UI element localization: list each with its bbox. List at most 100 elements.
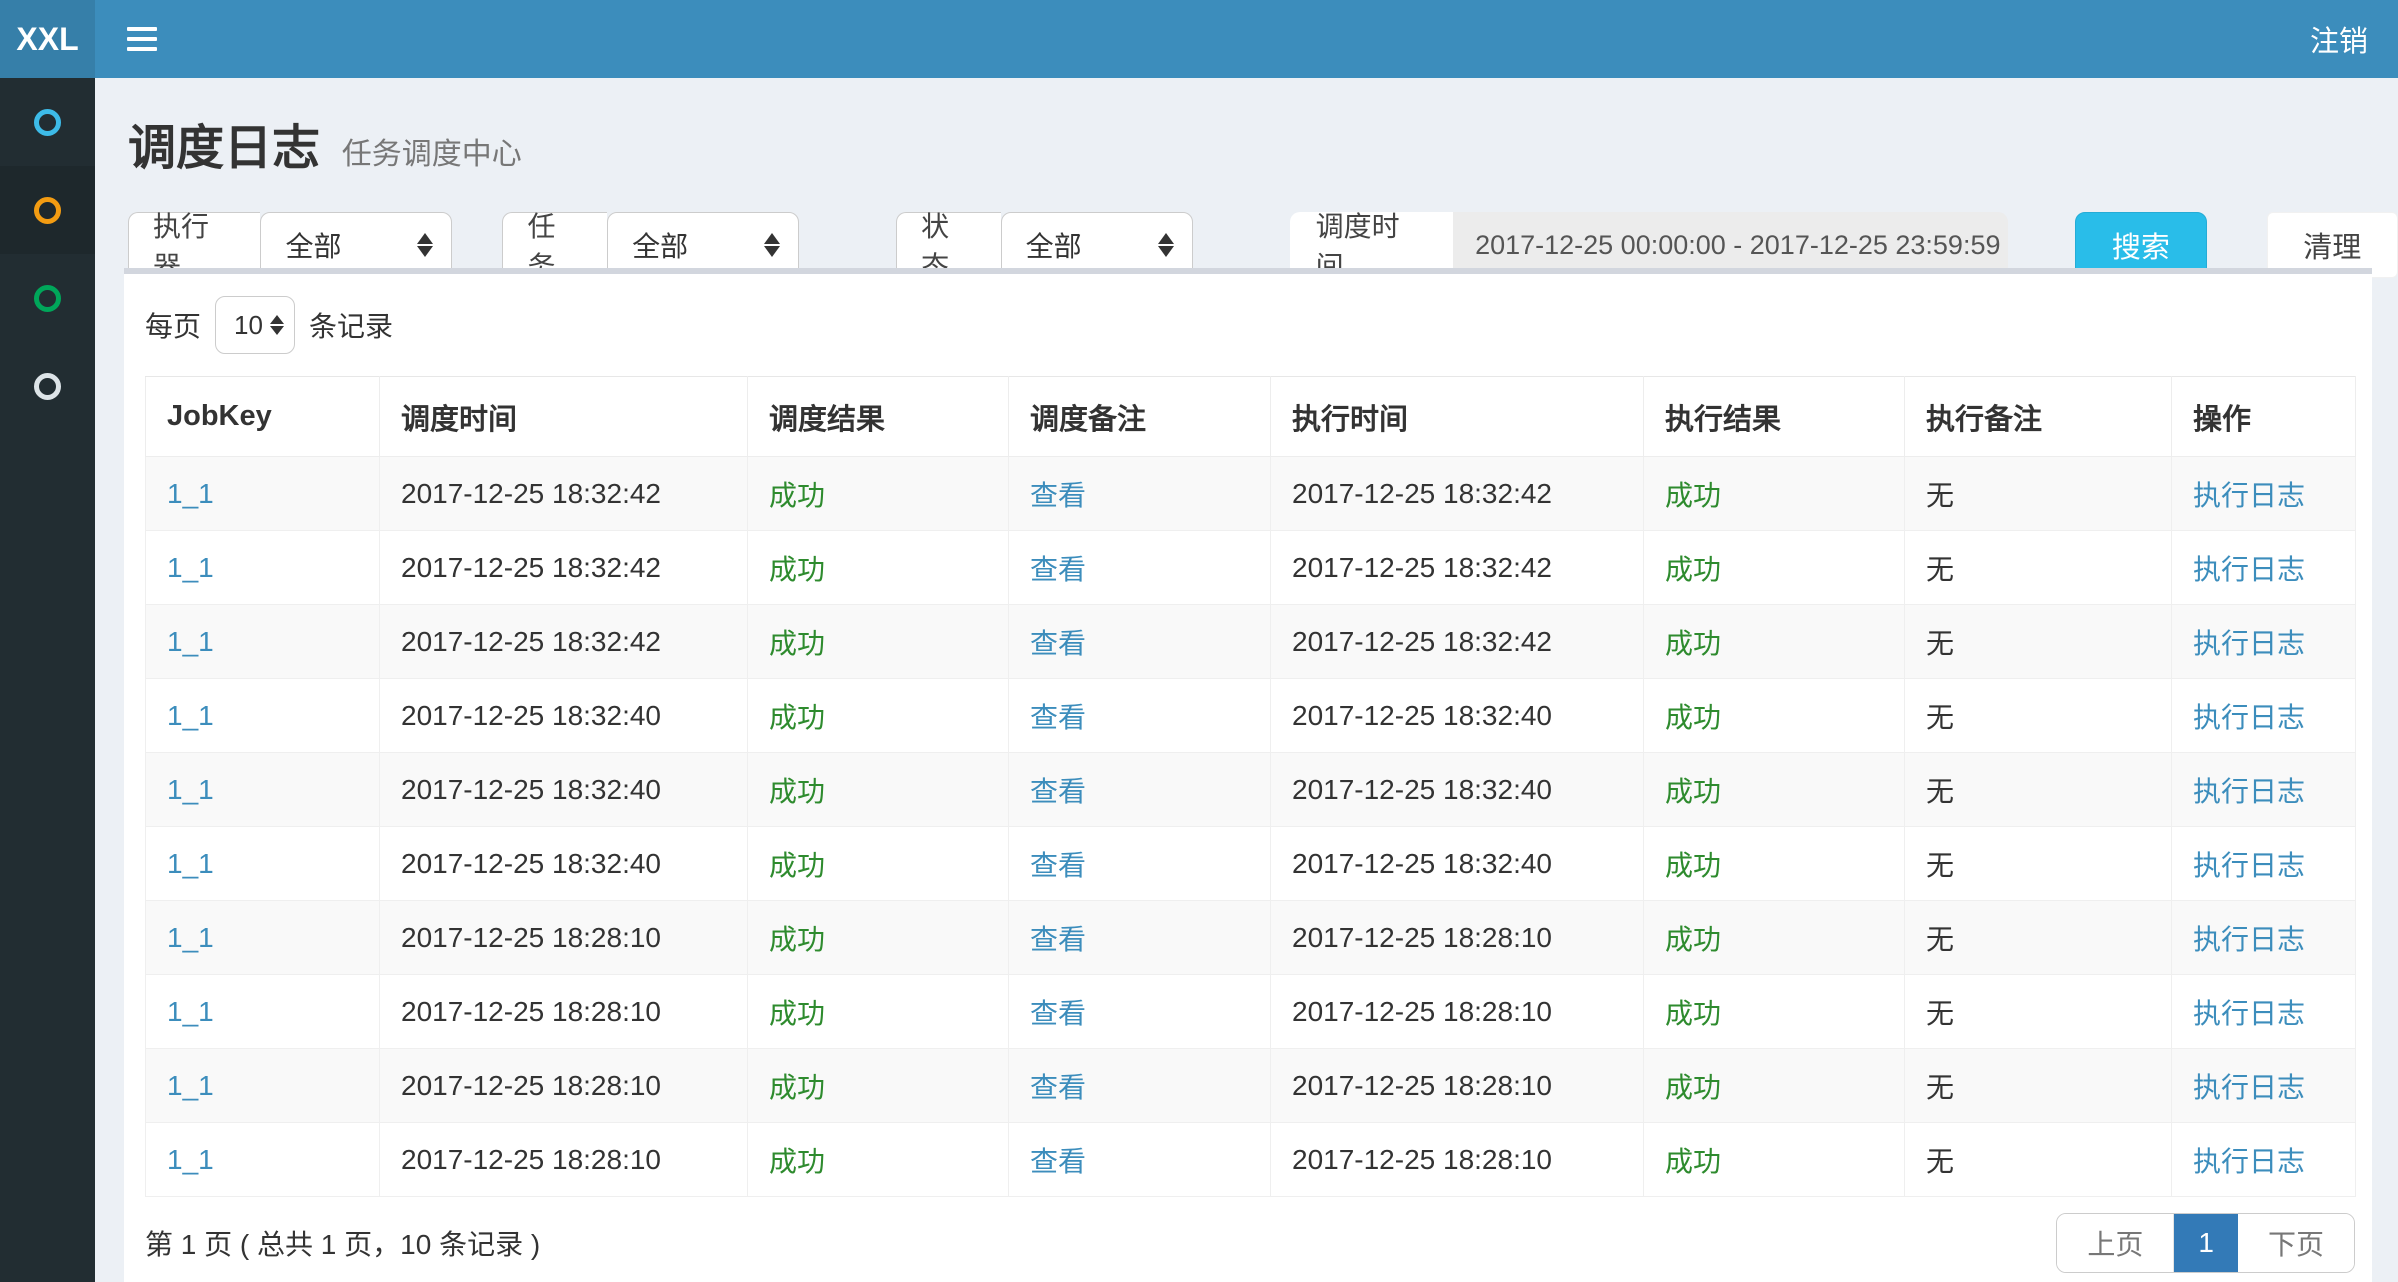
navbar-spacer: [171, 0, 2280, 78]
trigger-msg-link[interactable]: 查看: [1009, 531, 1271, 605]
exec-log-link[interactable]: 执行日志: [2172, 457, 2356, 531]
pagination: 上页 1 下页: [2056, 1213, 2355, 1273]
handle-result-cell: 成功: [1644, 531, 1905, 605]
trigger-time-cell: 2017-12-25 18:32:40: [380, 827, 748, 901]
handle-result-cell: 成功: [1644, 605, 1905, 679]
exec-log-link[interactable]: 执行日志: [2172, 827, 2356, 901]
trigger-result-cell: 成功: [748, 457, 1009, 531]
sidebar-item-4[interactable]: [0, 342, 95, 430]
table-row: 1_12017-12-25 18:32:42成功查看2017-12-25 18:…: [146, 605, 2356, 679]
log-table-header: JobKey调度时间调度结果调度备注执行时间执行结果执行备注操作: [146, 377, 2356, 457]
exec-log-link[interactable]: 执行日志: [2172, 901, 2356, 975]
handle-msg-cell: 无: [1905, 679, 2172, 753]
sidebar-item-2[interactable]: [0, 166, 95, 254]
exec-log-link[interactable]: 执行日志: [2172, 1123, 2356, 1197]
top-navbar: XXL 注销: [0, 0, 2398, 78]
jobkey-link[interactable]: 1_1: [146, 531, 380, 605]
handle-msg-cell: 无: [1905, 827, 2172, 901]
exec-log-link[interactable]: 执行日志: [2172, 605, 2356, 679]
log-box: 每页 10 条记录 JobKey调度时间调度结果调度备注执行时间执行结果执行备注…: [124, 268, 2372, 1282]
select-arrows-icon: [270, 315, 284, 335]
jobkey-link[interactable]: 1_1: [146, 457, 380, 531]
pagination-info: 第 1 页 ( 总共 1 页，10 条记录 ): [145, 1223, 540, 1263]
trigger-msg-link[interactable]: 查看: [1009, 679, 1271, 753]
jobkey-link[interactable]: 1_1: [146, 975, 380, 1049]
trigger-result-cell: 成功: [748, 531, 1009, 605]
table-row: 1_12017-12-25 18:28:10成功查看2017-12-25 18:…: [146, 1049, 2356, 1123]
trigger-time-cell: 2017-12-25 18:32:42: [380, 605, 748, 679]
handle-time-cell: 2017-12-25 18:32:42: [1271, 531, 1644, 605]
column-header: 调度时间: [380, 377, 748, 457]
trigger-result-cell: 成功: [748, 975, 1009, 1049]
table-row: 1_12017-12-25 18:28:10成功查看2017-12-25 18:…: [146, 1123, 2356, 1197]
trigger-result-cell: 成功: [748, 827, 1009, 901]
table-row: 1_12017-12-25 18:32:40成功查看2017-12-25 18:…: [146, 827, 2356, 901]
handle-time-cell: 2017-12-25 18:28:10: [1271, 1049, 1644, 1123]
next-page-button[interactable]: 下页: [2238, 1214, 2354, 1272]
handle-time-cell: 2017-12-25 18:32:40: [1271, 753, 1644, 827]
jobkey-link[interactable]: 1_1: [146, 679, 380, 753]
app-logo[interactable]: XXL: [0, 0, 95, 78]
page-length-suffix: 条记录: [309, 305, 393, 345]
dispatch-log-table: JobKey调度时间调度结果调度备注执行时间执行结果执行备注操作 1_12017…: [145, 376, 2356, 1197]
trigger-time-cell: 2017-12-25 18:28:10: [380, 975, 748, 1049]
handle-result-cell: 成功: [1644, 901, 1905, 975]
jobkey-link[interactable]: 1_1: [146, 753, 380, 827]
exec-log-link[interactable]: 执行日志: [2172, 753, 2356, 827]
handle-msg-cell: 无: [1905, 531, 2172, 605]
table-row: 1_12017-12-25 18:32:42成功查看2017-12-25 18:…: [146, 531, 2356, 605]
exec-log-link[interactable]: 执行日志: [2172, 975, 2356, 1049]
jobkey-link[interactable]: 1_1: [146, 901, 380, 975]
trigger-msg-link[interactable]: 查看: [1009, 975, 1271, 1049]
sidebar-toggle-icon[interactable]: [113, 0, 171, 78]
trigger-msg-link[interactable]: 查看: [1009, 1123, 1271, 1197]
column-header: 执行备注: [1905, 377, 2172, 457]
trigger-time-cell: 2017-12-25 18:32:42: [380, 531, 748, 605]
handle-msg-cell: 无: [1905, 1123, 2172, 1197]
circle-o-icon: [34, 109, 61, 136]
prev-page-button[interactable]: 上页: [2057, 1214, 2174, 1272]
handle-msg-cell: 无: [1905, 1049, 2172, 1123]
sidebar-item-1[interactable]: [0, 78, 95, 166]
trigger-msg-link[interactable]: 查看: [1009, 753, 1271, 827]
table-row: 1_12017-12-25 18:32:42成功查看2017-12-25 18:…: [146, 457, 2356, 531]
page-length-control: 每页 10 条记录: [145, 296, 2351, 354]
handle-msg-cell: 无: [1905, 753, 2172, 827]
jobkey-link[interactable]: 1_1: [146, 1049, 380, 1123]
handle-result-cell: 成功: [1644, 457, 1905, 531]
handle-msg-cell: 无: [1905, 901, 2172, 975]
exec-log-link[interactable]: 执行日志: [2172, 531, 2356, 605]
trigger-result-cell: 成功: [748, 901, 1009, 975]
circle-o-icon: [34, 197, 61, 224]
handle-result-cell: 成功: [1644, 827, 1905, 901]
trigger-time-cell: 2017-12-25 18:28:10: [380, 1049, 748, 1123]
jobkey-link[interactable]: 1_1: [146, 605, 380, 679]
trigger-msg-link[interactable]: 查看: [1009, 827, 1271, 901]
log-table-body: 1_12017-12-25 18:32:42成功查看2017-12-25 18:…: [146, 457, 2356, 1197]
trigger-time-cell: 2017-12-25 18:28:10: [380, 901, 748, 975]
jobkey-link[interactable]: 1_1: [146, 827, 380, 901]
page-subtitle: 任务调度中心: [342, 138, 522, 171]
logout-link[interactable]: 注销: [2280, 0, 2398, 78]
handle-time-cell: 2017-12-25 18:32:42: [1271, 457, 1644, 531]
trigger-msg-link[interactable]: 查看: [1009, 457, 1271, 531]
handle-time-cell: 2017-12-25 18:32:40: [1271, 679, 1644, 753]
current-page-button[interactable]: 1: [2174, 1214, 2238, 1272]
trigger-msg-link[interactable]: 查看: [1009, 1049, 1271, 1123]
exec-log-link[interactable]: 执行日志: [2172, 679, 2356, 753]
jobkey-link[interactable]: 1_1: [146, 1123, 380, 1197]
select-arrows-icon: [417, 233, 433, 257]
trigger-msg-link[interactable]: 查看: [1009, 901, 1271, 975]
exec-log-link[interactable]: 执行日志: [2172, 1049, 2356, 1123]
circle-o-icon: [34, 285, 61, 312]
trigger-time-cell: 2017-12-25 18:32:40: [380, 753, 748, 827]
page-length-select[interactable]: 10: [215, 296, 295, 354]
sidebar-item-3[interactable]: [0, 254, 95, 342]
select-arrows-icon: [1158, 233, 1174, 257]
column-header: 操作: [2172, 377, 2356, 457]
handle-result-cell: 成功: [1644, 975, 1905, 1049]
handle-msg-cell: 无: [1905, 975, 2172, 1049]
table-row: 1_12017-12-25 18:32:40成功查看2017-12-25 18:…: [146, 753, 2356, 827]
trigger-msg-link[interactable]: 查看: [1009, 605, 1271, 679]
page-title: 调度日志: [128, 122, 320, 175]
